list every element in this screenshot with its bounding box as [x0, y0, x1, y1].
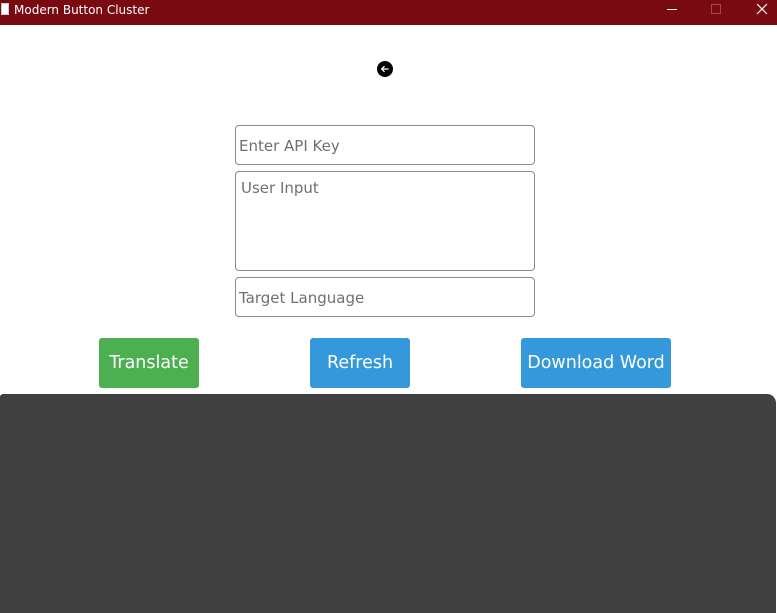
close-icon: [756, 3, 768, 15]
target-language-input[interactable]: Target Language: [235, 277, 535, 317]
minimize-icon: [667, 9, 677, 10]
close-button[interactable]: [738, 0, 777, 25]
maximize-icon: [711, 4, 721, 14]
title-bar[interactable]: Modern Button Cluster: [0, 0, 777, 25]
minimize-button[interactable]: [648, 0, 694, 25]
target-language-placeholder: Target Language: [239, 289, 365, 307]
api-key-placeholder: Enter API Key: [239, 137, 340, 155]
document-icon: [1, 3, 9, 15]
download-word-button[interactable]: Download Word: [521, 338, 671, 388]
maximize-button[interactable]: [693, 0, 739, 25]
refresh-button[interactable]: Refresh: [310, 338, 410, 388]
user-input-placeholder: User Input: [241, 179, 319, 197]
translate-button[interactable]: Translate: [99, 338, 199, 388]
arrow-left-circle-icon: [380, 65, 389, 73]
output-panel[interactable]: [0, 394, 776, 613]
back-button[interactable]: [377, 61, 393, 77]
user-input-textarea[interactable]: User Input: [235, 171, 535, 271]
api-key-input[interactable]: Enter API Key: [235, 125, 535, 165]
window-title: Modern Button Cluster: [14, 3, 150, 17]
